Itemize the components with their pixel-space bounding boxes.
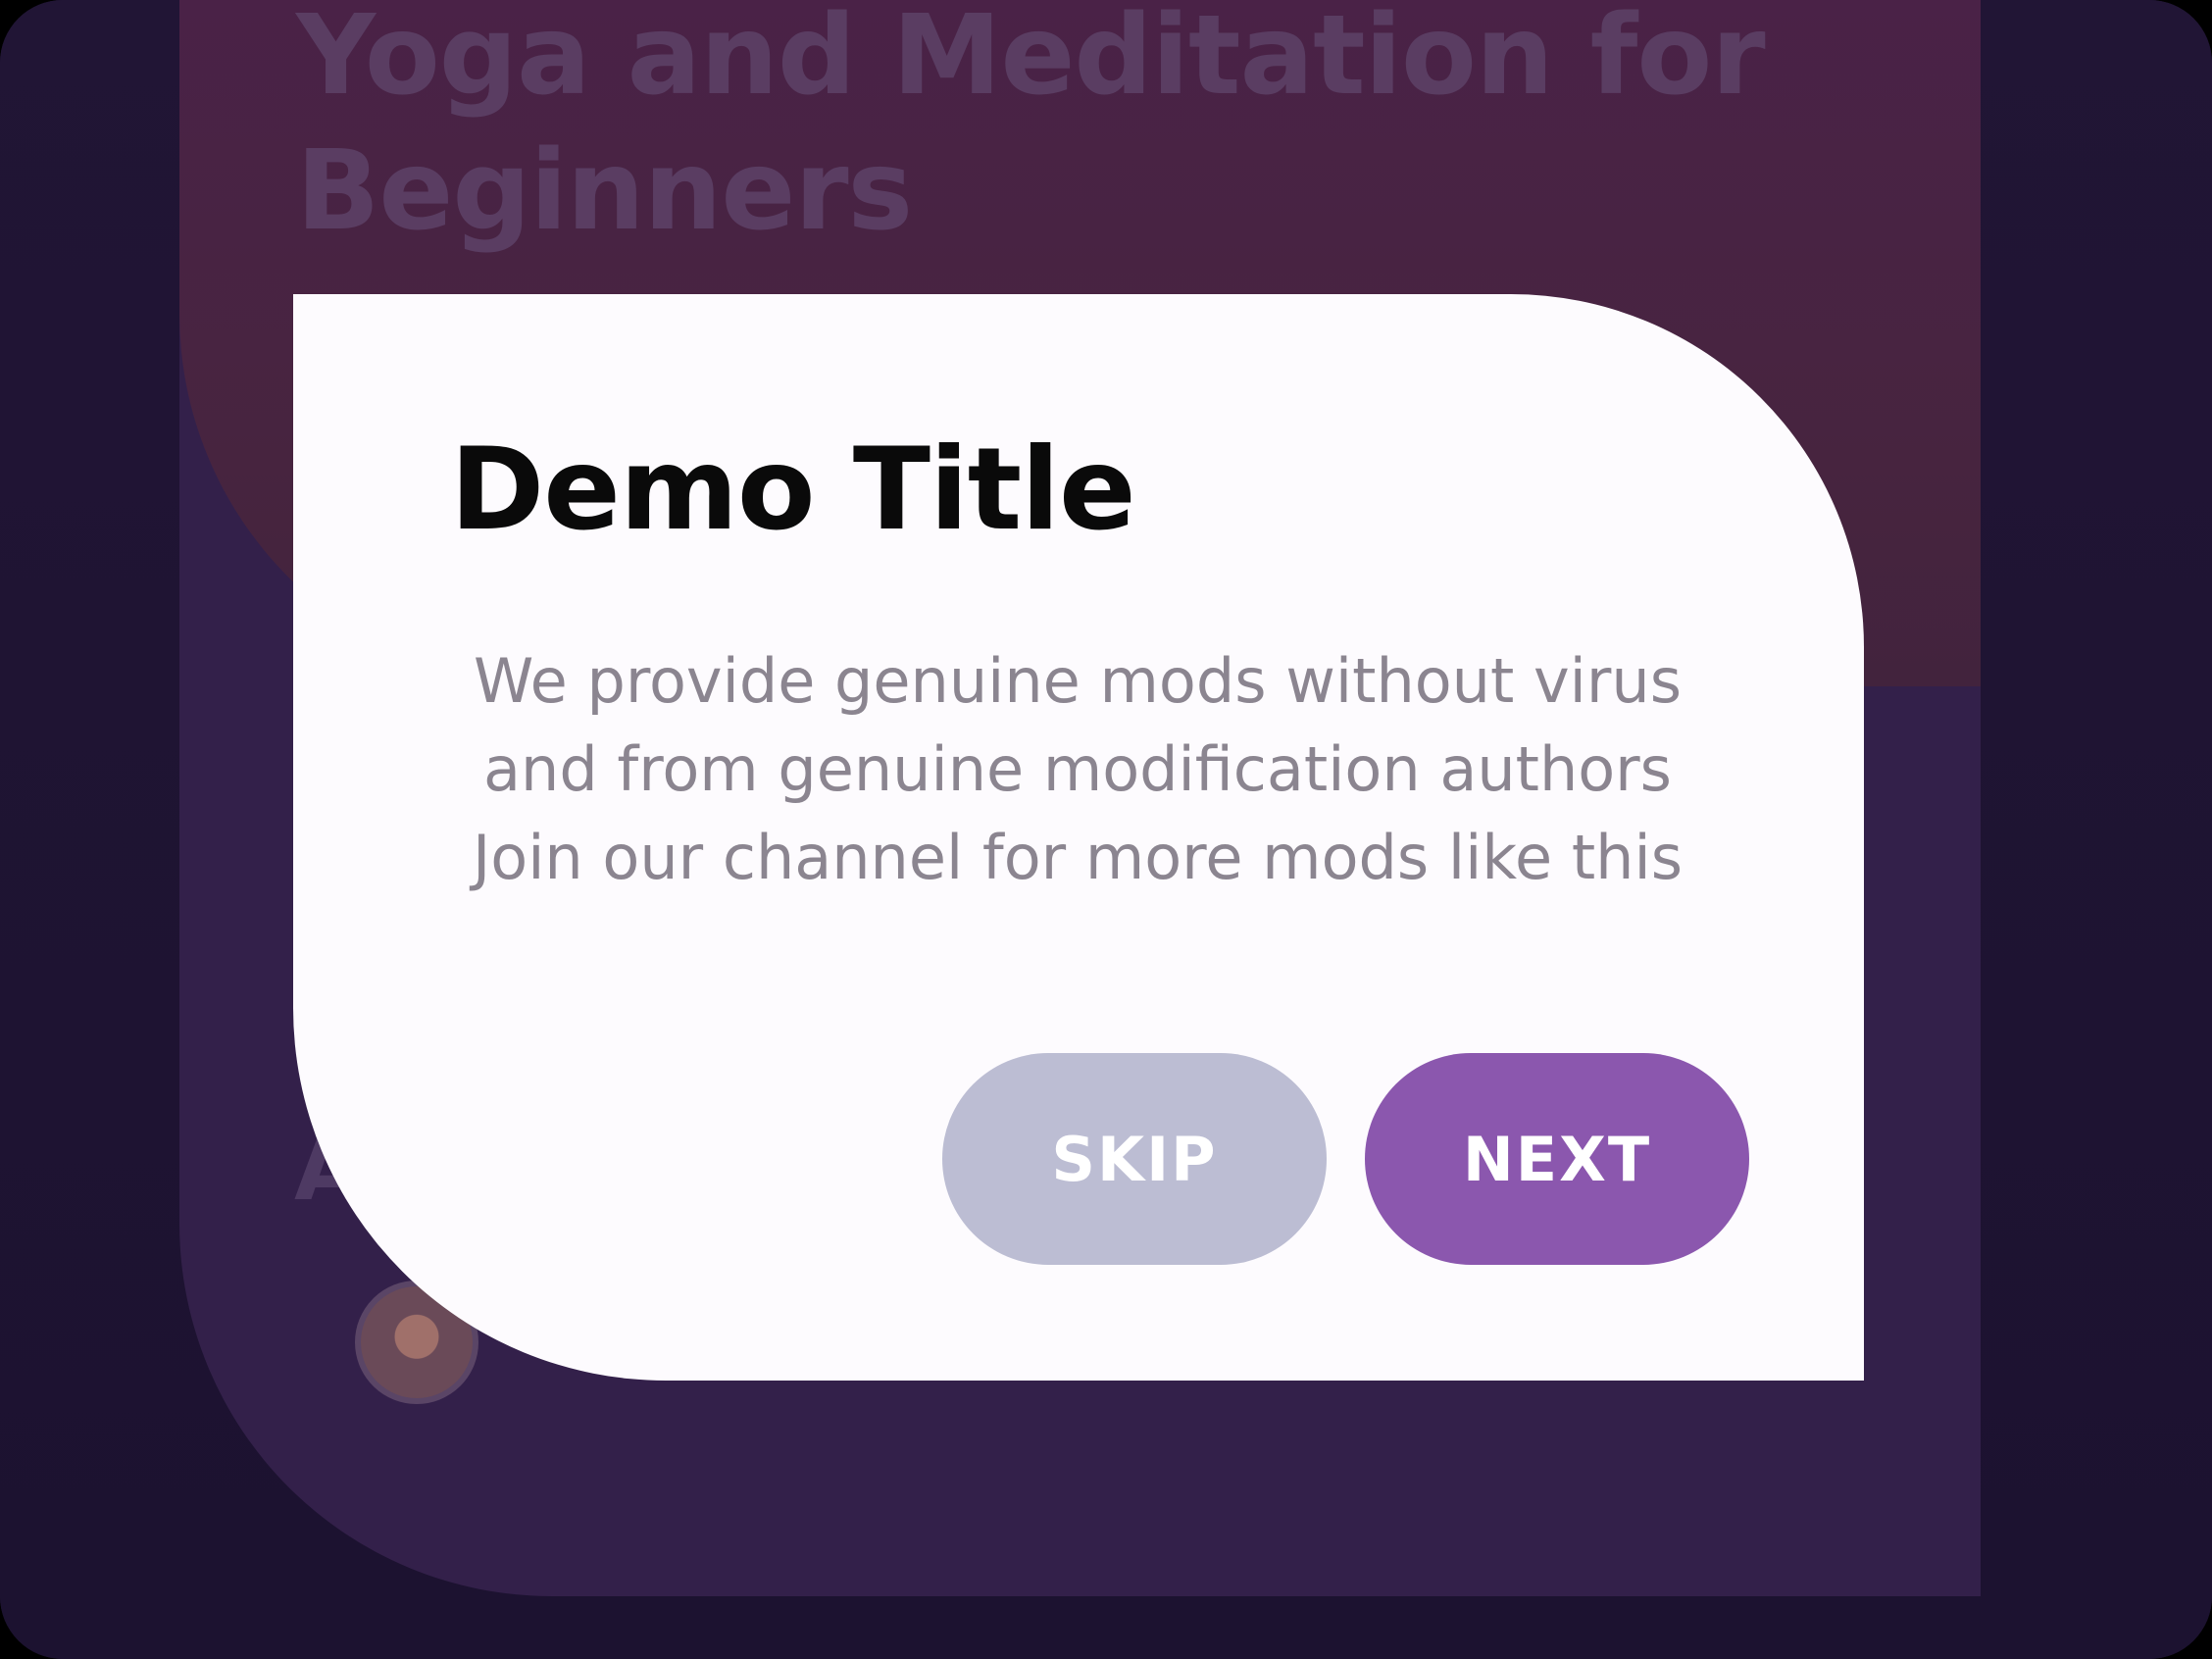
dialog-message-line: We provide genuine mods without virus	[473, 645, 1682, 717]
dialog-title: Demo Title	[450, 424, 1136, 556]
background-course-title: Yoga and Meditation for Beginners	[296, 0, 1766, 255]
app-screen: Yoga and Meditation for Beginners A Demo…	[0, 0, 2212, 1659]
dialog-message-line: Join our channel for more mods like this	[472, 822, 1683, 893]
skip-button[interactable]: SKIP	[942, 1053, 1327, 1265]
dialog-message: We provide genuine mods without virus an…	[440, 637, 1715, 902]
onboarding-dialog: Demo Title We provide genuine mods witho…	[293, 294, 1864, 1381]
next-button[interactable]: NEXT	[1365, 1053, 1749, 1265]
dialog-message-line: and from genuine modification authors	[483, 733, 1672, 805]
